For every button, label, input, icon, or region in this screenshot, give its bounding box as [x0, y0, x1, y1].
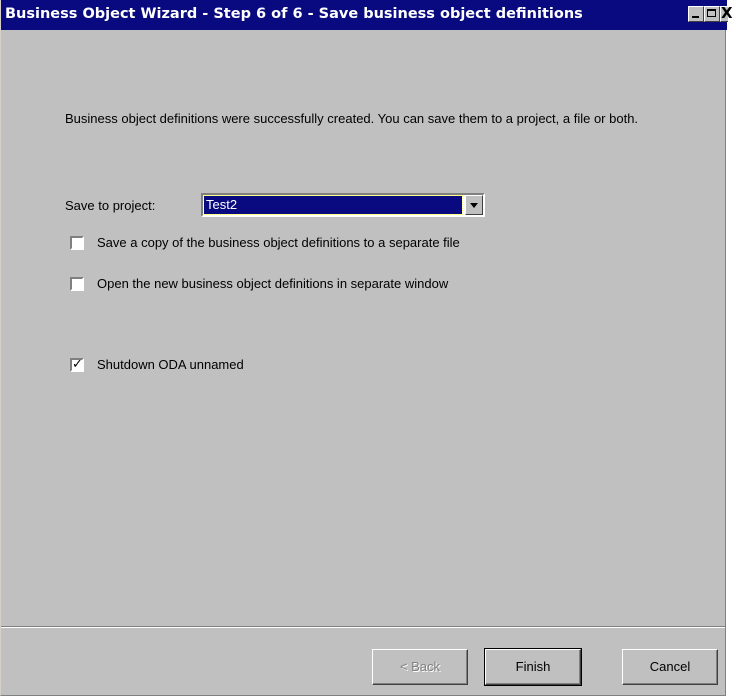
wizard-window: Business Object Wizard - Step 6 of 6 - S…: [0, 0, 733, 696]
save-copy-label[interactable]: Save a copy of the business object defin…: [97, 235, 460, 250]
shutdown-oda-checkbox[interactable]: ✓: [70, 356, 84, 372]
open-window-label[interactable]: Open the new business object definitions…: [97, 276, 448, 291]
save-copy-checkbox[interactable]: [70, 236, 84, 250]
back-button[interactable]: < Back: [372, 649, 468, 685]
project-select[interactable]: Test2: [201, 193, 485, 217]
save-to-project-label: Save to project:: [65, 198, 156, 213]
title-bar[interactable]: Business Object Wizard - Step 6 of 6 - S…: [1, 0, 733, 30]
open-window-checkbox[interactable]: [70, 277, 84, 291]
project-select-value[interactable]: Test2: [203, 195, 463, 215]
shutdown-oda-label[interactable]: Shutdown ODA unnamed: [97, 357, 244, 372]
checkmark-icon: ✓: [72, 356, 83, 371]
description-text: Business object definitions were success…: [65, 111, 639, 126]
close-symbol: X: [721, 4, 733, 22]
minimize-icon[interactable]: [688, 6, 704, 22]
close-icon[interactable]: X: [720, 4, 733, 22]
window-title: Business Object Wizard - Step 6 of 6 - S…: [5, 6, 583, 22]
separator-line: [1, 626, 725, 628]
finish-button[interactable]: Finish: [484, 648, 582, 686]
cancel-button[interactable]: Cancel: [622, 649, 718, 685]
dropdown-arrow-icon[interactable]: [465, 195, 483, 215]
maximize-icon[interactable]: [704, 6, 720, 22]
